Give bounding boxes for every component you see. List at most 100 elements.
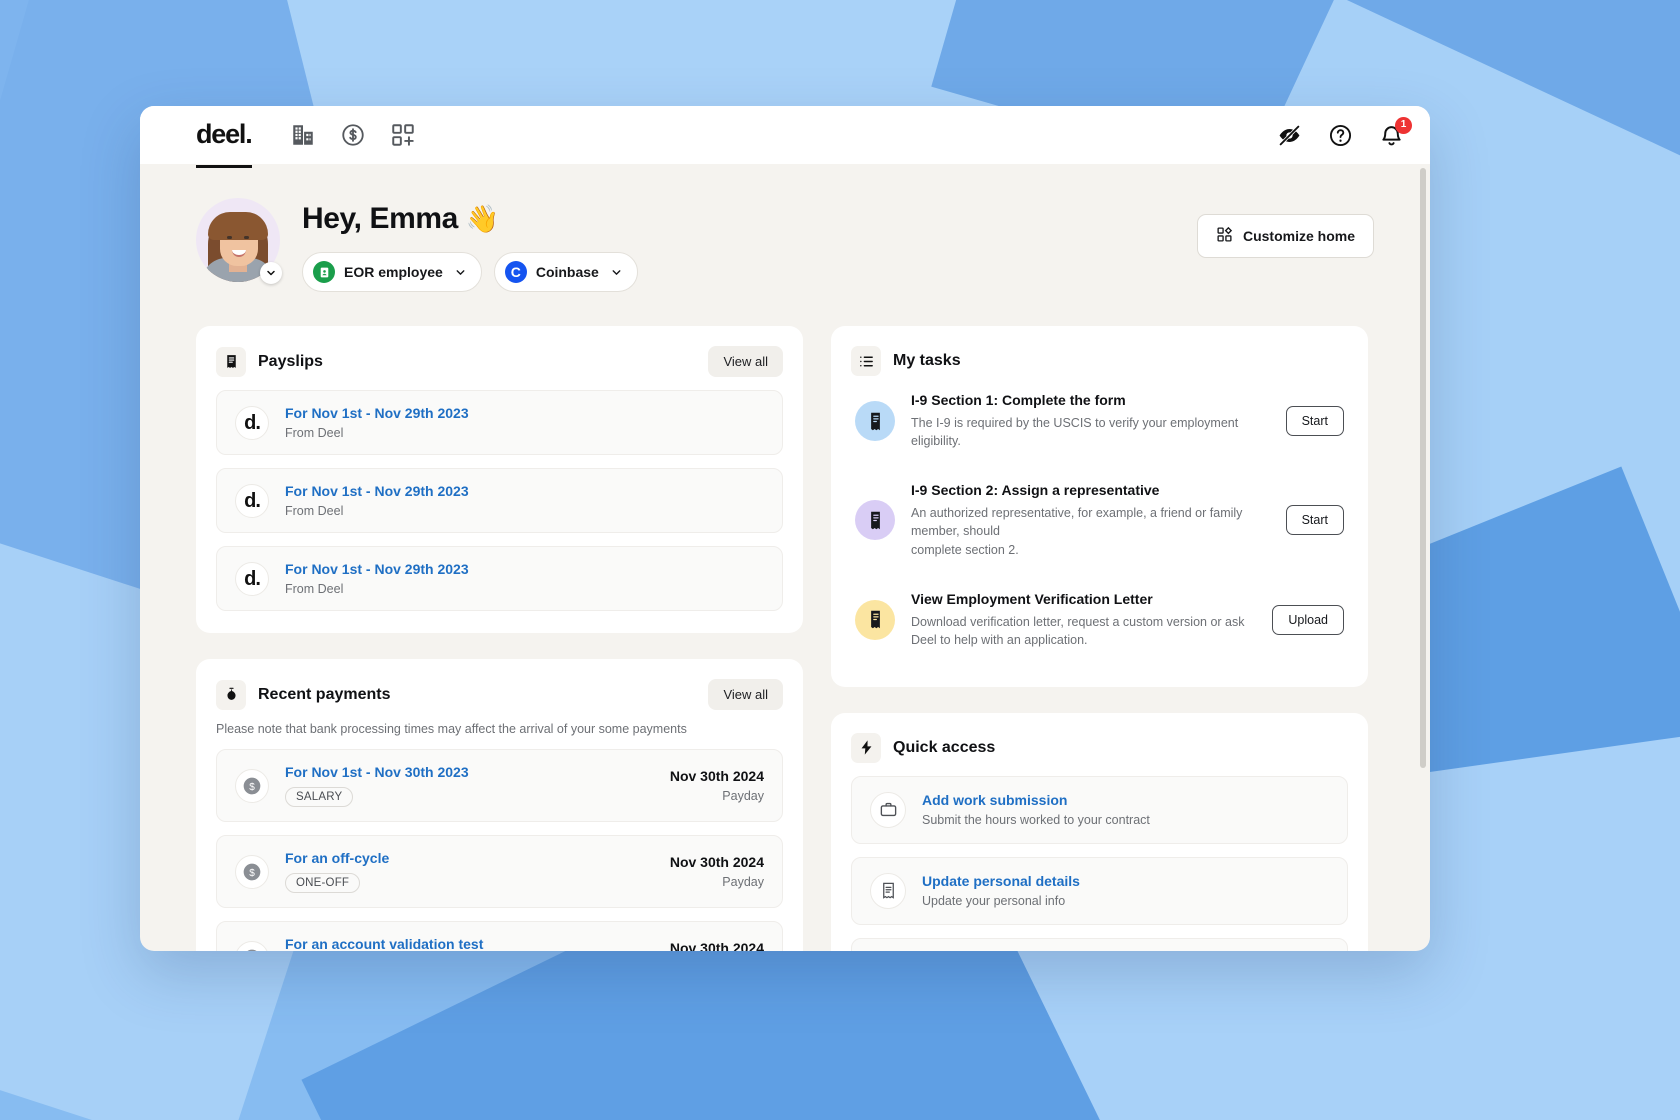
bell-icon[interactable]: 1	[1379, 123, 1404, 148]
quick-access-link[interactable]: Update personal details	[922, 873, 1080, 889]
payment-meta: Nov 30th 2024 Payday	[670, 768, 764, 803]
svg-text:$: $	[249, 781, 255, 792]
quick-access-item[interactable]: Add work submission Submit the hours wor…	[851, 776, 1348, 844]
pill-eor-employee[interactable]: EOR employee	[302, 252, 482, 292]
recent-payments-view-all-button[interactable]: View all	[708, 679, 783, 710]
quick-access-body: Update personal details Update your pers…	[922, 873, 1080, 908]
avatar-chevron-down-icon[interactable]	[260, 262, 282, 284]
top-navigation-bar: deel.	[140, 106, 1430, 164]
payment-row[interactable]: $ For Nov 1st - Nov 30th 2023 SALARY Nov…	[216, 749, 783, 822]
deel-logo-icon: d.	[235, 484, 269, 518]
task-action-button[interactable]: Start	[1286, 406, 1344, 436]
context-pills: EOR employee C Coinbase	[302, 252, 1175, 292]
payment-date: Nov 30th 2024	[670, 854, 764, 870]
quick-access-link[interactable]: Add work submission	[922, 792, 1150, 808]
my-tasks-card: My tasks I-9 Section 1: Complete the for…	[831, 326, 1368, 687]
task-body: I-9 Section 2: Assign a representative A…	[911, 482, 1270, 558]
avatar[interactable]	[196, 198, 280, 282]
payslip-row[interactable]: d. For Nov 1st - Nov 29th 2023 From Deel	[216, 468, 783, 533]
task-description: Download verification letter, request a …	[911, 613, 1256, 649]
deel-logo-icon: d.	[235, 406, 269, 440]
right-column: My tasks I-9 Section 1: Complete the for…	[831, 326, 1368, 951]
task-description: The I-9 is required by the USCIS to veri…	[911, 414, 1270, 450]
payment-type-tag: SALARY	[285, 787, 353, 807]
payslips-view-all-button[interactable]: View all	[708, 346, 783, 377]
payslip-row-body: For Nov 1st - Nov 29th 2023 From Deel	[285, 561, 764, 596]
payment-row-body: For an off-cycle ONE-OFF	[285, 850, 654, 893]
svg-text:$: $	[249, 867, 255, 878]
lightning-bolt-icon	[851, 733, 881, 763]
payslip-source: From Deel	[285, 426, 764, 440]
payment-meta: Nov 30th 2024 Payday	[670, 854, 764, 889]
task-action-button[interactable]: Start	[1286, 505, 1344, 535]
vertical-scrollbar[interactable]	[1420, 168, 1426, 947]
quick-access-title: Quick access	[893, 739, 995, 757]
greeting-main: Hey, Emma 👋 EOR e	[302, 198, 1175, 292]
dashboard-grid: Payslips View all d. For Nov 1st - Nov 2…	[196, 326, 1374, 951]
payslips-title: Payslips	[258, 353, 323, 371]
greeting-text: Hey, Emma	[302, 202, 458, 236]
app-window: deel.	[140, 106, 1430, 951]
task-item: I-9 Section 1: Complete the form The I-9…	[851, 376, 1348, 466]
payslip-link[interactable]: For Nov 1st - Nov 29th 2023	[285, 483, 764, 499]
payment-status: Payday	[670, 875, 764, 889]
payslip-row-body: For Nov 1st - Nov 29th 2023 From Deel	[285, 483, 764, 518]
payslips-header: Payslips View all	[216, 346, 783, 377]
recent-payments-title: Recent payments	[258, 686, 391, 704]
task-action-button[interactable]: Upload	[1272, 605, 1344, 635]
task-title: I-9 Section 1: Complete the form	[911, 392, 1270, 408]
dollar-circle-icon[interactable]	[340, 122, 366, 148]
quick-access-subtitle: Submit the hours worked to your contract	[922, 813, 1150, 827]
task-description: An authorized representative, for exampl…	[911, 504, 1270, 558]
payslip-link[interactable]: For Nov 1st - Nov 29th 2023	[285, 405, 764, 421]
deel-logo[interactable]: deel.	[196, 119, 252, 152]
recent-payments-note: Please note that bank processing times m…	[216, 722, 783, 736]
notification-badge: 1	[1395, 117, 1412, 134]
help-circle-icon[interactable]	[1328, 123, 1353, 148]
payment-link[interactable]: For an off-cycle	[285, 850, 654, 866]
payslip-source: From Deel	[285, 582, 764, 596]
payment-link[interactable]: For Nov 1st - Nov 30th 2023	[285, 764, 654, 780]
payment-type-tag: ONE-OFF	[285, 873, 360, 893]
eye-off-icon[interactable]	[1277, 123, 1302, 148]
payslip-icon	[216, 347, 246, 377]
money-bag-icon	[216, 680, 246, 710]
apps-grid-plus-icon[interactable]	[390, 122, 416, 148]
quick-access-item[interactable]: Expenses Add Expenses or other payment i…	[851, 938, 1348, 951]
customize-home-button[interactable]: Customize home	[1197, 214, 1374, 258]
coinbase-letter: C	[511, 265, 521, 279]
building-icon[interactable]	[290, 122, 316, 148]
my-tasks-title: My tasks	[893, 352, 961, 370]
page-title: Hey, Emma 👋	[302, 202, 1175, 236]
payment-meta: Nov 30th 2024 Payday	[670, 940, 764, 951]
payslip-row[interactable]: d. For Nov 1st - Nov 29th 2023 From Deel	[216, 546, 783, 611]
document-icon	[855, 401, 895, 441]
payslip-link[interactable]: For Nov 1st - Nov 29th 2023	[285, 561, 764, 577]
task-body: View Employment Verification Letter Down…	[911, 591, 1256, 649]
deel-mark: d.	[244, 569, 260, 589]
payslips-card: Payslips View all d. For Nov 1st - Nov 2…	[196, 326, 803, 633]
dollar-coin-icon: $	[235, 769, 269, 803]
payment-row[interactable]: $ For an account validation test PENNY T…	[216, 921, 783, 951]
my-tasks-header: My tasks	[851, 346, 1348, 376]
pill-coinbase[interactable]: C Coinbase	[494, 252, 638, 292]
chevron-down-icon	[454, 266, 467, 279]
payslip-row[interactable]: d. For Nov 1st - Nov 29th 2023 From Deel	[216, 390, 783, 455]
document-icon	[855, 600, 895, 640]
document-icon	[870, 873, 906, 909]
quick-access-card: Quick access Add work submission	[831, 713, 1368, 951]
task-list-icon	[851, 346, 881, 376]
payment-status: Payday	[670, 789, 764, 803]
deel-mark: d.	[244, 413, 260, 433]
task-title: View Employment Verification Letter	[911, 591, 1256, 607]
task-item: View Employment Verification Letter Down…	[851, 575, 1348, 665]
payment-row-body: For Nov 1st - Nov 30th 2023 SALARY	[285, 764, 654, 807]
page-scroll-area: Hey, Emma 👋 EOR e	[140, 164, 1430, 951]
quick-access-item[interactable]: Update personal details Update your pers…	[851, 857, 1348, 925]
scrollbar-thumb[interactable]	[1420, 168, 1426, 768]
payslip-row-body: For Nov 1st - Nov 29th 2023 From Deel	[285, 405, 764, 440]
payment-row[interactable]: $ For an off-cycle ONE-OFF Nov 30th 2024…	[216, 835, 783, 908]
task-item: I-9 Section 2: Assign a representative A…	[851, 466, 1348, 574]
recent-payments-card: Recent payments View all Please note tha…	[196, 659, 803, 951]
payment-link[interactable]: For an account validation test	[285, 936, 654, 951]
